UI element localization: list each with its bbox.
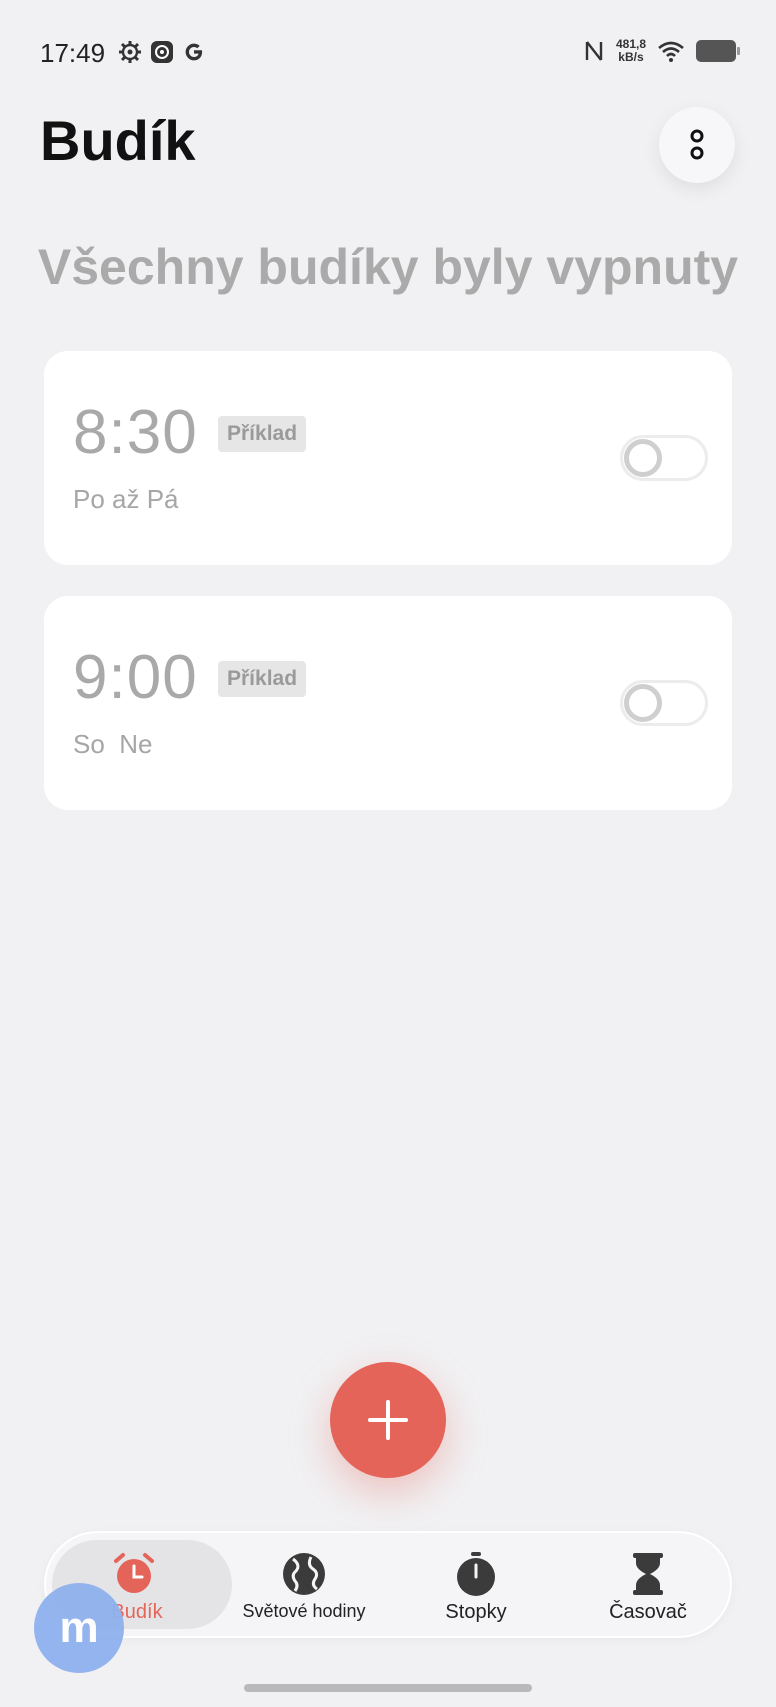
- alarm-clock-icon: [114, 1553, 154, 1593]
- alarm-toggle[interactable]: [620, 680, 708, 726]
- alarm-time: 8:30: [73, 398, 198, 467]
- bottom-navigation: Budík Světové hodiny Stopky Časovač: [44, 1531, 732, 1638]
- alarm-card[interactable]: 9:00 Příklad So Ne: [44, 596, 732, 810]
- page-title: Budík: [40, 109, 196, 172]
- google-icon: [185, 43, 203, 61]
- nav-tab-timer[interactable]: Časovač: [562, 1533, 734, 1636]
- status-bar: 17:49 481,8 kB/s: [0, 0, 776, 100]
- hourglass-icon: [633, 1553, 663, 1595]
- alarms-status-headline: Všechny budíky byly vypnuty: [37, 239, 739, 295]
- wifi-icon: [658, 41, 684, 62]
- toggle-knob: [624, 439, 662, 477]
- alarm-days: So Ne: [73, 729, 153, 759]
- nfc-icon: [585, 41, 603, 61]
- toggle-knob: [624, 684, 662, 722]
- nav-label: Časovač: [609, 1601, 687, 1623]
- status-icons-left: [118, 40, 206, 64]
- watermark-logo: m: [34, 1583, 124, 1673]
- nav-tab-world-clock[interactable]: Světové hodiny: [218, 1533, 390, 1636]
- stopwatch-icon: [457, 1552, 495, 1596]
- alarm-toggle[interactable]: [620, 435, 708, 481]
- gear-icon: [119, 41, 141, 63]
- nav-label: Světové hodiny: [242, 1601, 366, 1621]
- status-icons-right: 481,8 kB/s: [582, 38, 740, 64]
- more-options-button[interactable]: [659, 107, 735, 183]
- network-speed: 481,8 kB/s: [616, 38, 646, 64]
- nav-tab-stopwatch[interactable]: Stopky: [390, 1533, 562, 1636]
- nav-label: Stopky: [445, 1601, 507, 1623]
- alarm-badge: Příklad: [218, 416, 307, 452]
- status-time: 17:49: [40, 38, 106, 68]
- alarm-days: Po až Pá: [73, 484, 179, 514]
- more-vertical-icon: [690, 129, 704, 160]
- battery-icon: [696, 40, 740, 62]
- network-speed-unit: kB/s: [618, 50, 644, 64]
- add-alarm-button[interactable]: [330, 1362, 446, 1478]
- alarm-badge: Příklad: [218, 661, 307, 697]
- settings-app-icon: [151, 41, 173, 63]
- alarm-card[interactable]: 8:30 Příklad Po až Pá: [44, 351, 732, 565]
- plus-icon: [368, 1400, 408, 1440]
- watermark-letter: m: [59, 1603, 99, 1652]
- globe-icon: [283, 1553, 325, 1595]
- home-indicator[interactable]: [244, 1684, 532, 1692]
- alarm-time: 9:00: [73, 643, 198, 712]
